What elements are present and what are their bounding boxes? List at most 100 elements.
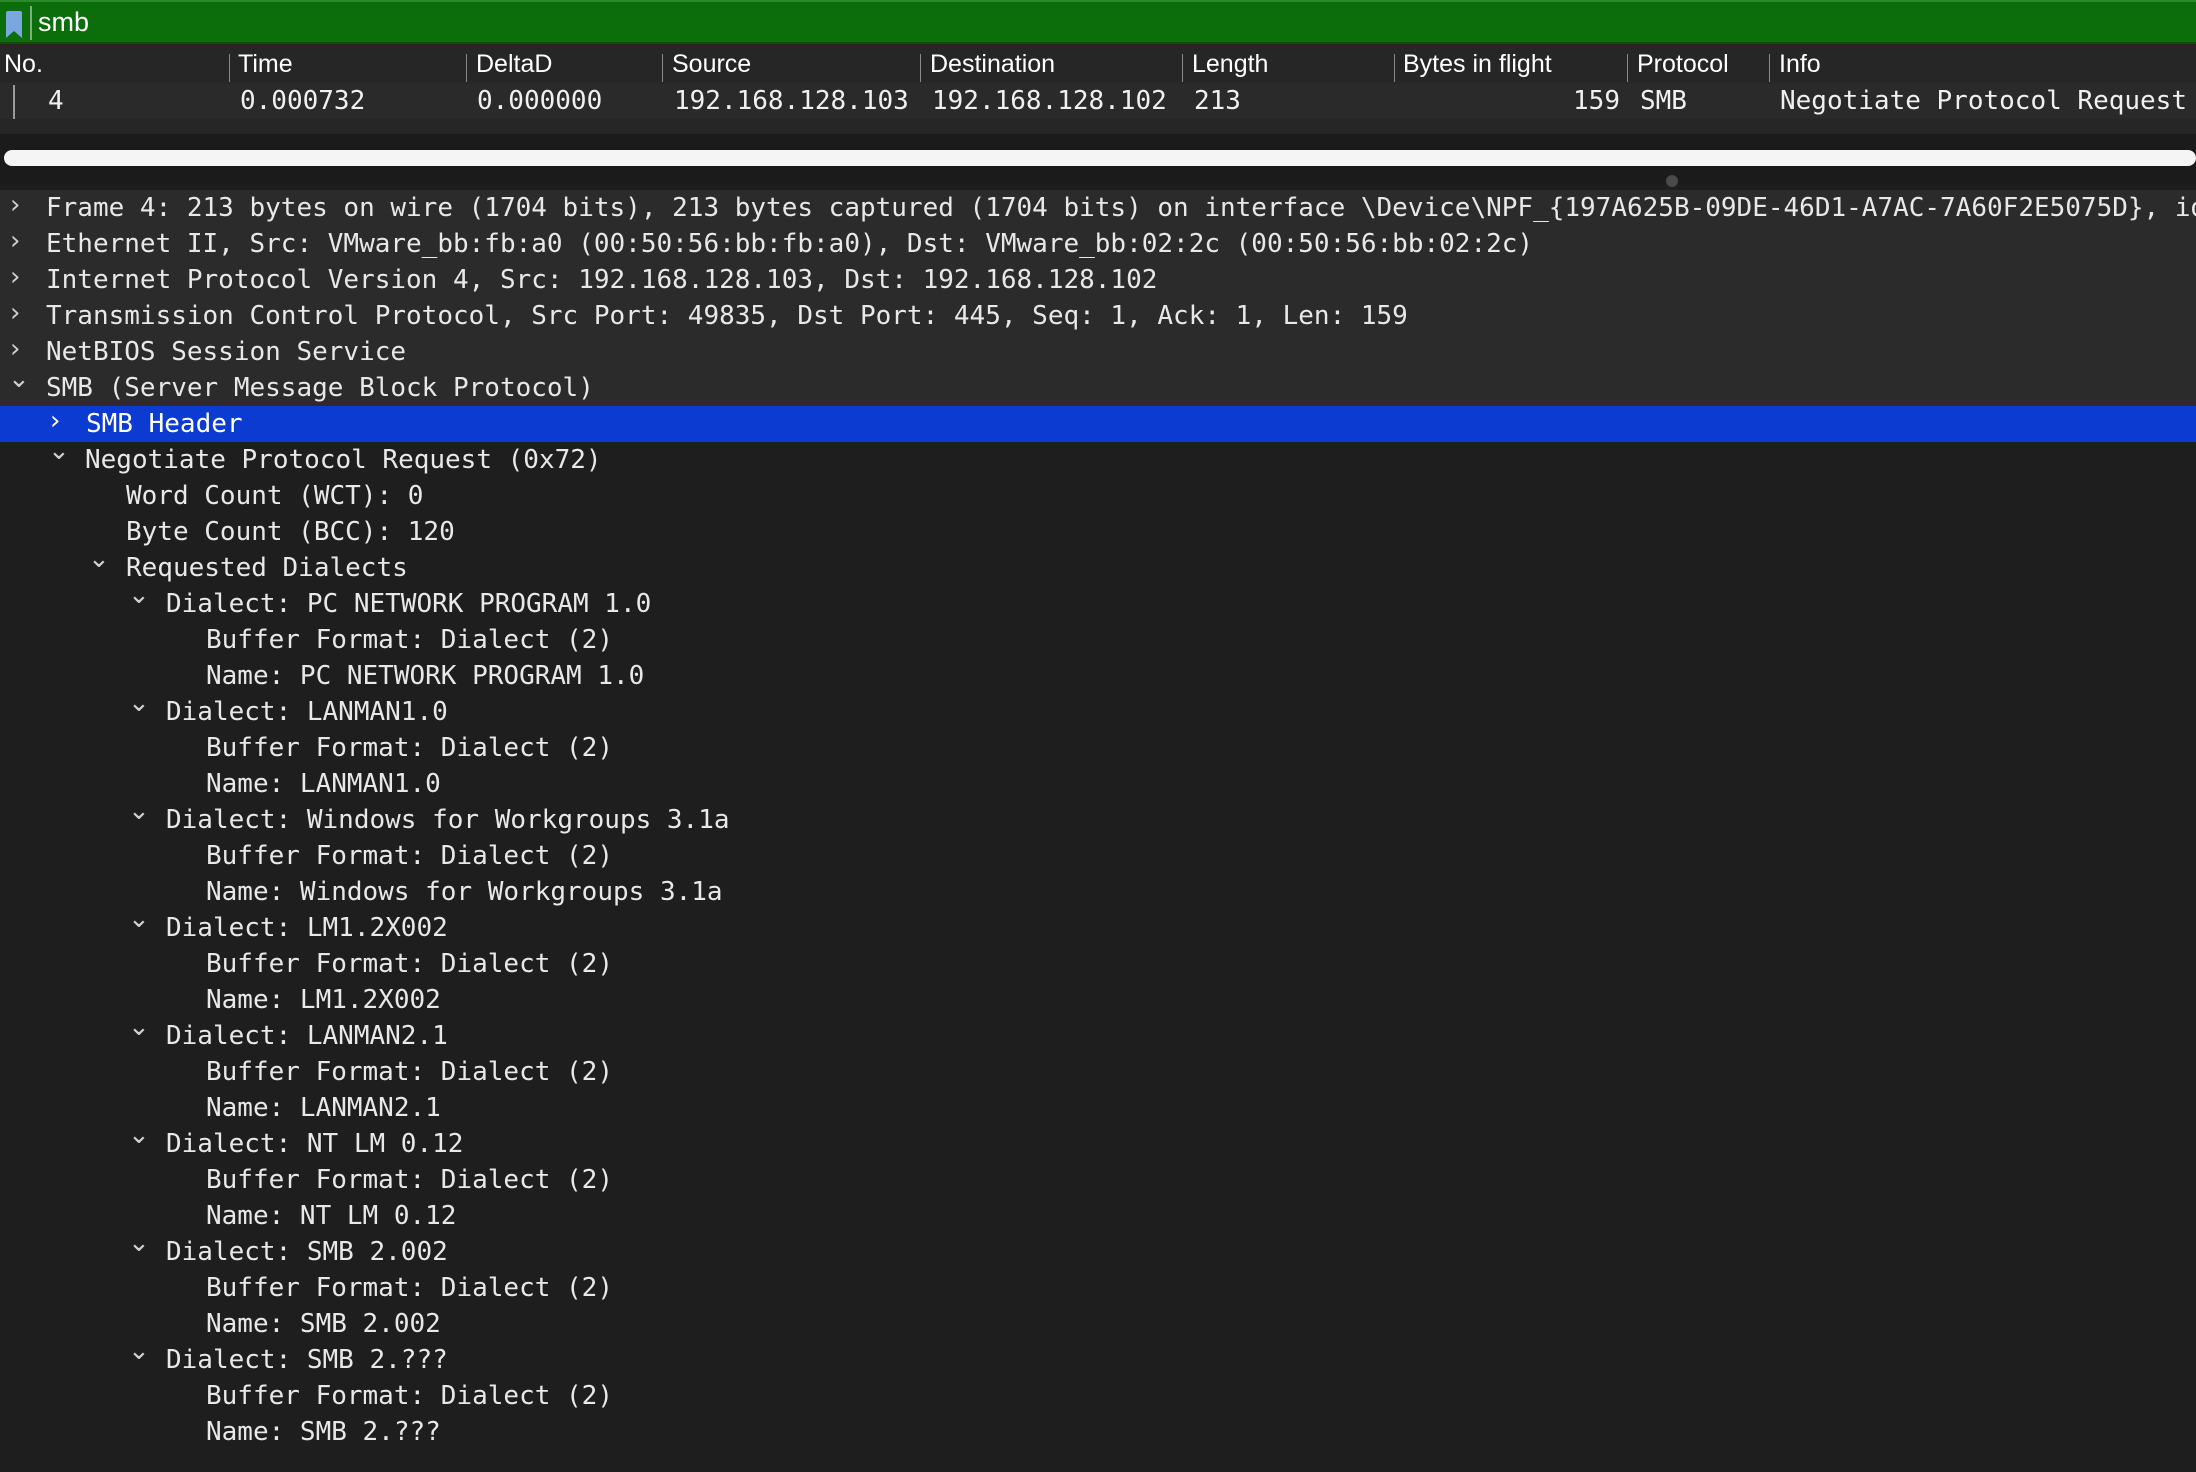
chevron-down-icon[interactable]: ⌄	[128, 580, 150, 610]
tree-item-label: Dialect: NT LM 0.12	[166, 1129, 464, 1159]
column-header-destination[interactable]: Destination	[930, 50, 1055, 79]
tree-item-smb-header[interactable]: › SMB Header	[0, 406, 2196, 442]
tree-item-buffer-format[interactable]: Buffer Format: Dialect (2)	[0, 1054, 2196, 1090]
chevron-right-icon[interactable]: ›	[10, 298, 20, 328]
cell-bytes-in-flight: 159	[1573, 86, 1620, 116]
tree-item-label: Dialect: Windows for Workgroups 3.1a	[166, 805, 730, 835]
column-header-no[interactable]: No.	[4, 50, 43, 79]
tree-item-buffer-format[interactable]: Buffer Format: Dialect (2)	[0, 730, 2196, 766]
chevron-down-icon[interactable]: ⌄	[128, 796, 150, 826]
chevron-right-icon[interactable]: ›	[50, 406, 60, 436]
display-filter-bar: smb	[0, 0, 2196, 44]
chevron-down-icon[interactable]: ⌄	[88, 544, 110, 574]
tree-item-label: Name: PC NETWORK PROGRAM 1.0	[206, 661, 645, 691]
tree-item-label: Name: SMB 2.???	[206, 1417, 441, 1447]
tree-item-label: Dialect: PC NETWORK PROGRAM 1.0	[166, 589, 652, 619]
tree-item-dialect[interactable]: ⌄ Dialect: Windows for Workgroups 3.1a	[0, 796, 2196, 838]
column-header-bytes-in-flight[interactable]: Bytes in flight	[1403, 50, 1552, 79]
chevron-down-icon[interactable]: ⌄	[128, 1120, 150, 1150]
tree-item-name[interactable]: Name: Windows for Workgroups 3.1a	[0, 874, 2196, 910]
tree-item-name[interactable]: Name: LM1.2X002	[0, 982, 2196, 1018]
column-header-time[interactable]: Time	[238, 50, 293, 79]
tree-item-dialect[interactable]: ⌄ Dialect: LANMAN2.1	[0, 1012, 2196, 1054]
tree-item-byte-count[interactable]: Byte Count (BCC): 120	[0, 514, 2196, 550]
tree-item-name[interactable]: Name: NT LM 0.12	[0, 1198, 2196, 1234]
column-header-protocol[interactable]: Protocol	[1637, 50, 1729, 79]
packet-list: No. Time DeltaD Source Destination Lengt…	[0, 44, 2196, 134]
tree-item-label: Buffer Format: Dialect (2)	[206, 841, 613, 871]
tree-item-dialect[interactable]: ⌄ Dialect: SMB 2.???	[0, 1336, 2196, 1378]
tree-item-smb[interactable]: ⌄ SMB (Server Message Block Protocol)	[0, 364, 2196, 406]
tree-item-label: Name: LM1.2X002	[206, 985, 441, 1015]
tree-item-name[interactable]: Name: SMB 2.002	[0, 1306, 2196, 1342]
column-divider[interactable]	[920, 54, 921, 82]
tree-item-label: Word Count (WCT): 0	[126, 481, 424, 511]
tree-item-label: Name: LANMAN2.1	[206, 1093, 441, 1123]
tree-item-name[interactable]: Name: LANMAN2.1	[0, 1090, 2196, 1126]
tree-item-frame[interactable]: › Frame 4: 213 bytes on wire (1704 bits)…	[0, 190, 2196, 226]
tree-item-dialect[interactable]: ⌄ Dialect: SMB 2.002	[0, 1228, 2196, 1270]
tree-item-name[interactable]: Name: SMB 2.???	[0, 1414, 2196, 1450]
chevron-right-icon[interactable]: ›	[10, 334, 20, 364]
tree-item-label: Requested Dialects	[126, 553, 408, 583]
tree-item-name[interactable]: Name: PC NETWORK PROGRAM 1.0	[0, 658, 2196, 694]
tree-item-label: Negotiate Protocol Request (0x72)	[85, 445, 602, 475]
tree-item-buffer-format[interactable]: Buffer Format: Dialect (2)	[0, 1162, 2196, 1198]
tree-item-dialect[interactable]: ⌄ Dialect: PC NETWORK PROGRAM 1.0	[0, 580, 2196, 622]
chevron-down-icon[interactable]: ⌄	[128, 904, 150, 934]
tree-item-label: Buffer Format: Dialect (2)	[206, 625, 613, 655]
tree-item-label: Buffer Format: Dialect (2)	[206, 1381, 613, 1411]
tree-item-word-count[interactable]: Word Count (WCT): 0	[0, 478, 2196, 514]
tree-item-label: Internet Protocol Version 4, Src: 192.16…	[46, 265, 1158, 295]
tree-item-netbios[interactable]: › NetBIOS Session Service	[0, 334, 2196, 370]
tree-item-tcp[interactable]: › Transmission Control Protocol, Src Por…	[0, 298, 2196, 334]
column-divider[interactable]	[229, 54, 230, 82]
chevron-down-icon[interactable]: ⌄	[48, 436, 70, 466]
horizontal-scrollbar-thumb[interactable]	[4, 150, 2196, 166]
column-divider[interactable]	[466, 54, 467, 82]
chevron-right-icon[interactable]: ›	[10, 262, 20, 292]
tree-item-negotiate[interactable]: ⌄ Negotiate Protocol Request (0x72)	[0, 436, 2196, 478]
display-filter-input[interactable]: smb	[38, 7, 89, 38]
tree-item-ipv4[interactable]: › Internet Protocol Version 4, Src: 192.…	[0, 262, 2196, 298]
tree-item-dialect[interactable]: ⌄ Dialect: LM1.2X002	[0, 904, 2196, 946]
tree-item-ethernet[interactable]: › Ethernet II, Src: VMware_bb:fb:a0 (00:…	[0, 226, 2196, 262]
chevron-down-icon[interactable]: ⌄	[128, 1336, 150, 1366]
column-divider[interactable]	[1627, 54, 1628, 82]
tree-item-buffer-format[interactable]: Buffer Format: Dialect (2)	[0, 1270, 2196, 1306]
chevron-down-icon[interactable]: ⌄	[128, 1228, 150, 1258]
tree-item-buffer-format[interactable]: Buffer Format: Dialect (2)	[0, 946, 2196, 982]
column-header-info[interactable]: Info	[1779, 50, 1821, 79]
tree-item-dialect[interactable]: ⌄ Dialect: NT LM 0.12	[0, 1120, 2196, 1162]
column-header-deltad[interactable]: DeltaD	[476, 50, 552, 79]
column-divider[interactable]	[1182, 54, 1183, 82]
tree-item-label: Frame 4: 213 bytes on wire (1704 bits), …	[46, 193, 2196, 223]
chevron-right-icon[interactable]: ›	[10, 190, 20, 220]
chevron-down-icon[interactable]: ⌄	[128, 688, 150, 718]
column-header-source[interactable]: Source	[672, 50, 751, 79]
chevron-right-icon[interactable]: ›	[10, 226, 20, 256]
tree-item-label: Name: Windows for Workgroups 3.1a	[206, 877, 723, 907]
tree-item-label: Dialect: LANMAN2.1	[166, 1021, 448, 1051]
tree-item-requested-dialects[interactable]: ⌄ Requested Dialects	[0, 544, 2196, 586]
tree-item-name[interactable]: Name: LANMAN1.0	[0, 766, 2196, 802]
column-divider[interactable]	[1394, 54, 1395, 82]
column-divider[interactable]	[1769, 54, 1770, 82]
tree-item-label: Buffer Format: Dialect (2)	[206, 733, 613, 763]
cell-time: 0.000732	[240, 86, 366, 116]
tree-item-buffer-format[interactable]: Buffer Format: Dialect (2)	[0, 622, 2196, 658]
chevron-down-icon[interactable]: ⌄	[8, 364, 30, 394]
column-header-length[interactable]: Length	[1192, 50, 1268, 79]
cell-length: 213	[1194, 86, 1241, 116]
cell-no: 4	[48, 86, 64, 116]
chevron-down-icon[interactable]: ⌄	[128, 1012, 150, 1042]
tree-item-label: Ethernet II, Src: VMware_bb:fb:a0 (00:50…	[46, 229, 1534, 259]
pane-splitter-handle[interactable]	[1666, 175, 1678, 187]
tree-item-dialect[interactable]: ⌄ Dialect: LANMAN1.0	[0, 688, 2196, 730]
bookmark-icon[interactable]	[6, 11, 22, 38]
column-divider[interactable]	[662, 54, 663, 82]
tree-item-buffer-format[interactable]: Buffer Format: Dialect (2)	[0, 838, 2196, 874]
tree-item-label: Dialect: SMB 2.002	[166, 1237, 448, 1267]
tree-item-buffer-format[interactable]: Buffer Format: Dialect (2)	[0, 1378, 2196, 1414]
cell-delta: 0.000000	[477, 86, 603, 116]
